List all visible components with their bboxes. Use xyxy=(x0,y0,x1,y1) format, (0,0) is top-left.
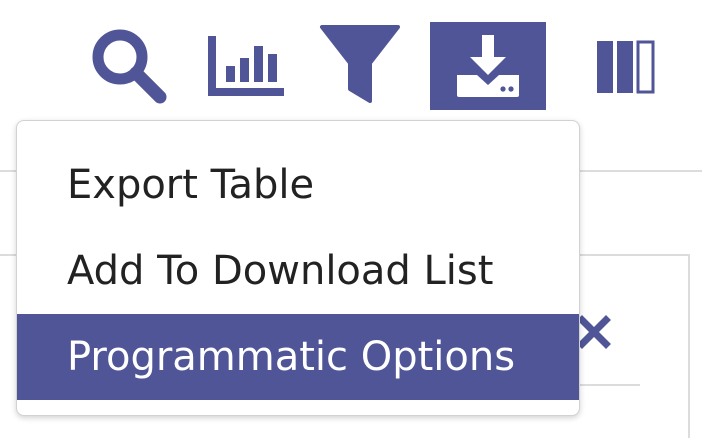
menu-item-programmatic-options[interactable]: Programmatic Options xyxy=(17,314,579,400)
menu-item-add-to-download-list[interactable]: Add To Download List xyxy=(17,228,579,314)
filter-icon xyxy=(320,25,400,103)
menu-item-export-table[interactable]: Export Table xyxy=(17,142,579,228)
table-border xyxy=(688,254,690,438)
search-icon xyxy=(92,29,167,104)
menu-item-label: Export Table xyxy=(67,162,315,208)
page: Export Table Add To Download List Progra… xyxy=(0,0,702,438)
columns-button[interactable] xyxy=(586,24,666,110)
download-icon xyxy=(457,35,519,97)
download-menu: Export Table Add To Download List Progra… xyxy=(16,120,580,416)
search-button[interactable] xyxy=(82,20,174,110)
filter-button[interactable] xyxy=(314,20,406,110)
close-icon xyxy=(577,315,611,349)
bar-chart-icon xyxy=(208,36,284,96)
chart-button[interactable] xyxy=(200,24,292,110)
download-button[interactable] xyxy=(430,22,546,110)
menu-item-label: Programmatic Options xyxy=(67,334,516,380)
columns-icon xyxy=(597,40,655,94)
menu-item-label: Add To Download List xyxy=(67,248,494,294)
